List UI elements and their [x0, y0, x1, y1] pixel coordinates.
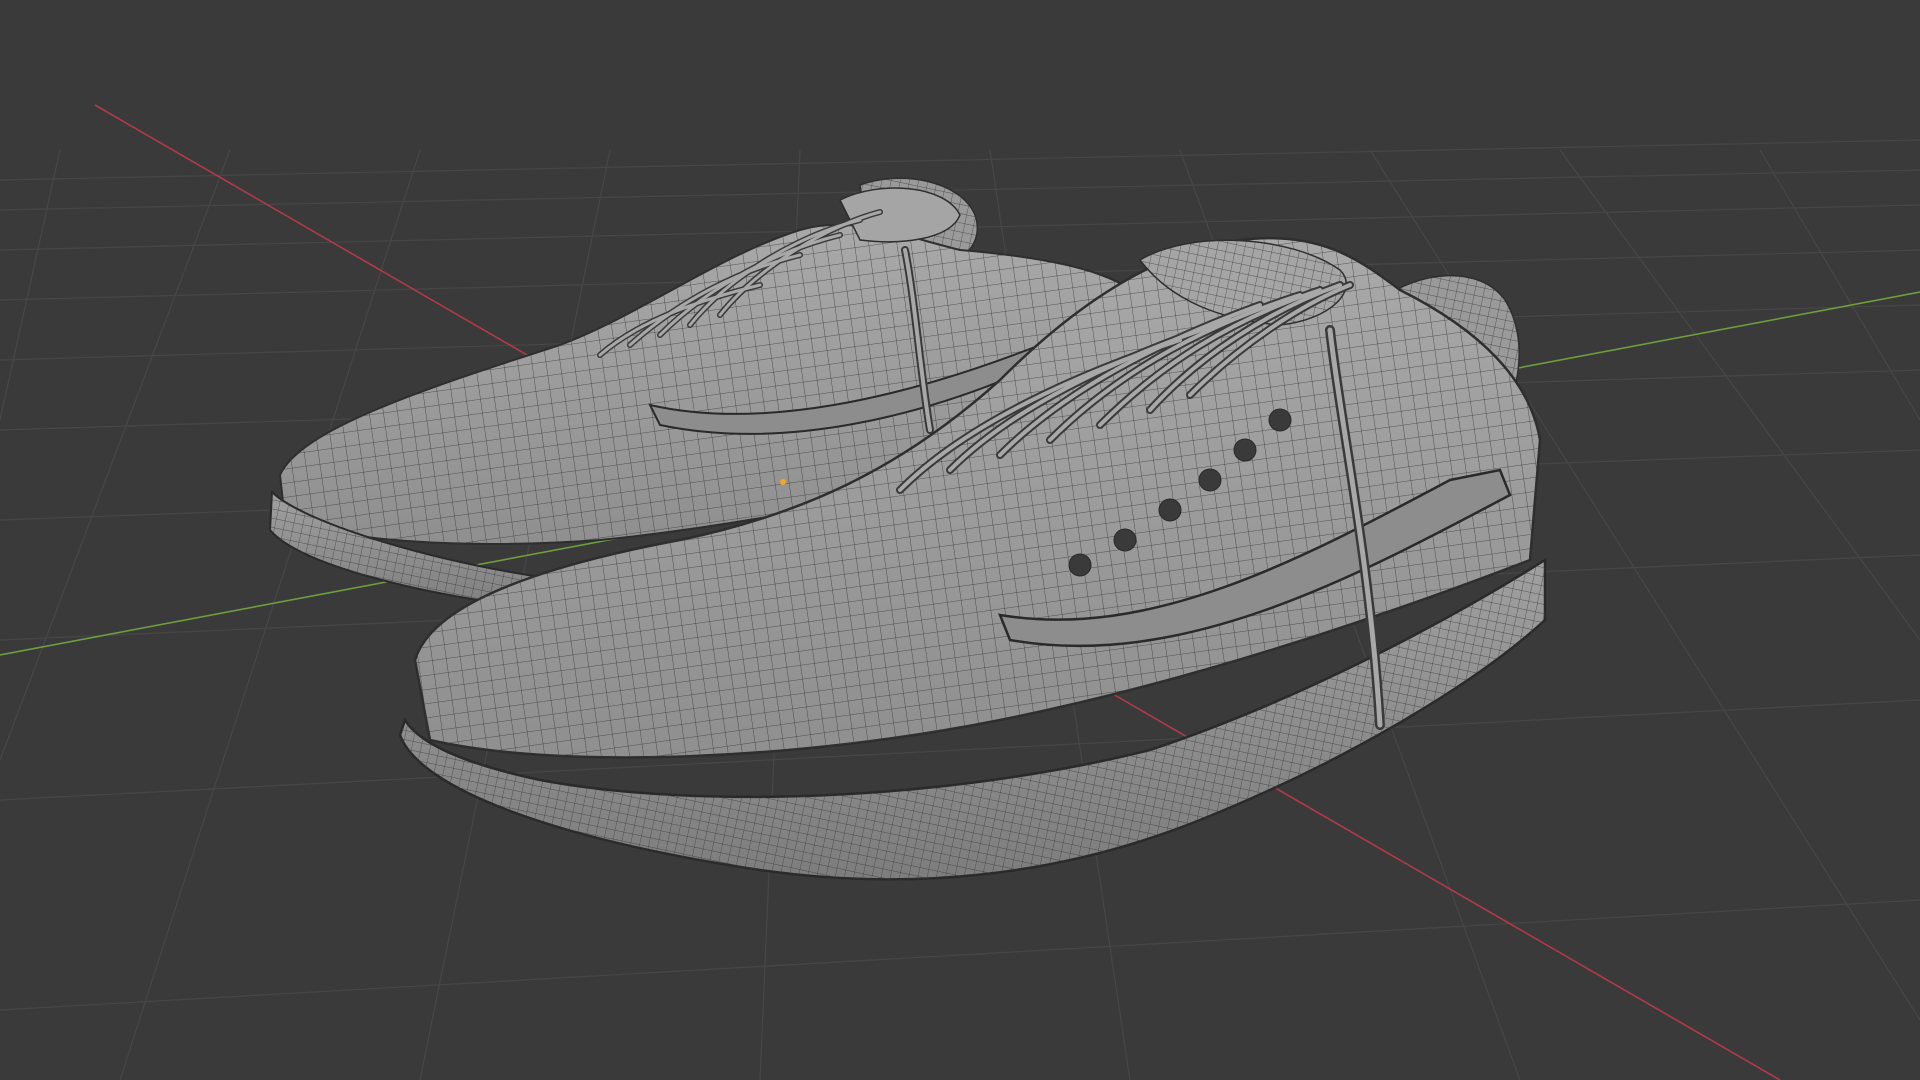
object-origin-point [780, 479, 786, 485]
3d-viewport[interactable] [0, 0, 1920, 1080]
viewport-canvas[interactable] [0, 0, 1920, 1080]
